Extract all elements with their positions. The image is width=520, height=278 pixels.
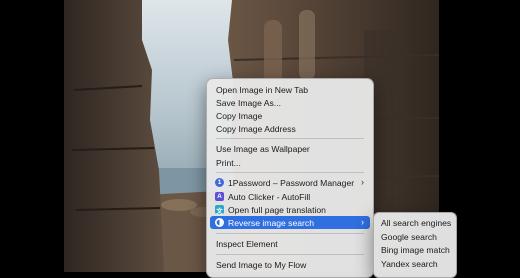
menu-item-auto-clicker[interactable]: A Auto Clicker - AutoFill (210, 190, 370, 203)
menu-item-label: Save Image As... (216, 97, 281, 108)
chevron-right-icon: › (361, 177, 364, 187)
submenu-item-bing-image-match[interactable]: Bing image match (376, 243, 454, 256)
menu-separator (216, 254, 364, 255)
submenu-item-label: Bing image match (381, 244, 450, 255)
menu-item-inspect-element[interactable]: Inspect Element (210, 237, 370, 250)
submenu-item-yandex-search[interactable]: Yandex search (376, 257, 454, 270)
menu-item-label: Open Image in New Tab (216, 84, 309, 95)
menu-item-1password[interactable]: 1 1Password – Password Manager › (210, 176, 370, 189)
menu-separator (216, 233, 364, 234)
menu-item-copy-image-address[interactable]: Copy Image Address (210, 122, 370, 135)
menu-item-send-image-to-my-flow[interactable]: Send Image to My Flow (210, 258, 370, 271)
menu-item-label: Auto Clicker - AutoFill (228, 191, 311, 202)
submenu-item-google-search[interactable]: Google search (376, 230, 454, 243)
submenu-item-all-search-engines[interactable]: All search engines (376, 216, 454, 229)
menu-separator (216, 172, 364, 173)
menu-item-open-image-new-tab[interactable]: Open Image in New Tab (210, 83, 370, 96)
menu-item-label: Print... (216, 157, 241, 168)
1password-icon: 1 (215, 178, 224, 187)
auto-clicker-icon: A (215, 192, 224, 201)
menu-item-label: Send Image to My Flow (216, 259, 307, 270)
menu-item-save-image-as[interactable]: Save Image As... (210, 96, 370, 109)
submenu-item-label: All search engines (381, 217, 452, 228)
menu-item-label: Copy Image Address (216, 123, 296, 134)
reverse-image-search-submenu: All search engines Google search Bing im… (373, 212, 457, 278)
menu-item-label: Reverse image search (228, 217, 314, 228)
menu-item-use-image-as-wallpaper[interactable]: Use Image as Wallpaper (210, 142, 370, 155)
menu-item-print[interactable]: Print... (210, 156, 370, 169)
translate-icon: 文 (215, 205, 224, 215)
menu-item-label: Open full page translation (228, 204, 326, 215)
context-menu: Open Image in New Tab Save Image As... C… (206, 78, 374, 278)
menu-item-label: Copy Image (216, 110, 263, 121)
menu-item-label: 1Password – Password Manager (228, 177, 355, 188)
menu-item-label: Inspect Element (216, 238, 278, 249)
submenu-item-label: Yandex search (381, 258, 438, 269)
menu-item-full-page-translation[interactable]: 文 Open full page translation (210, 203, 370, 216)
menu-item-label: Use Image as Wallpaper (216, 143, 310, 154)
reverse-search-icon (215, 218, 224, 227)
menu-item-copy-image[interactable]: Copy Image (210, 109, 370, 122)
submenu-item-label: Google search (381, 231, 437, 242)
menu-separator (216, 138, 364, 139)
menu-item-reverse-image-search[interactable]: Reverse image search › (210, 216, 370, 229)
chevron-right-icon: › (361, 217, 364, 227)
